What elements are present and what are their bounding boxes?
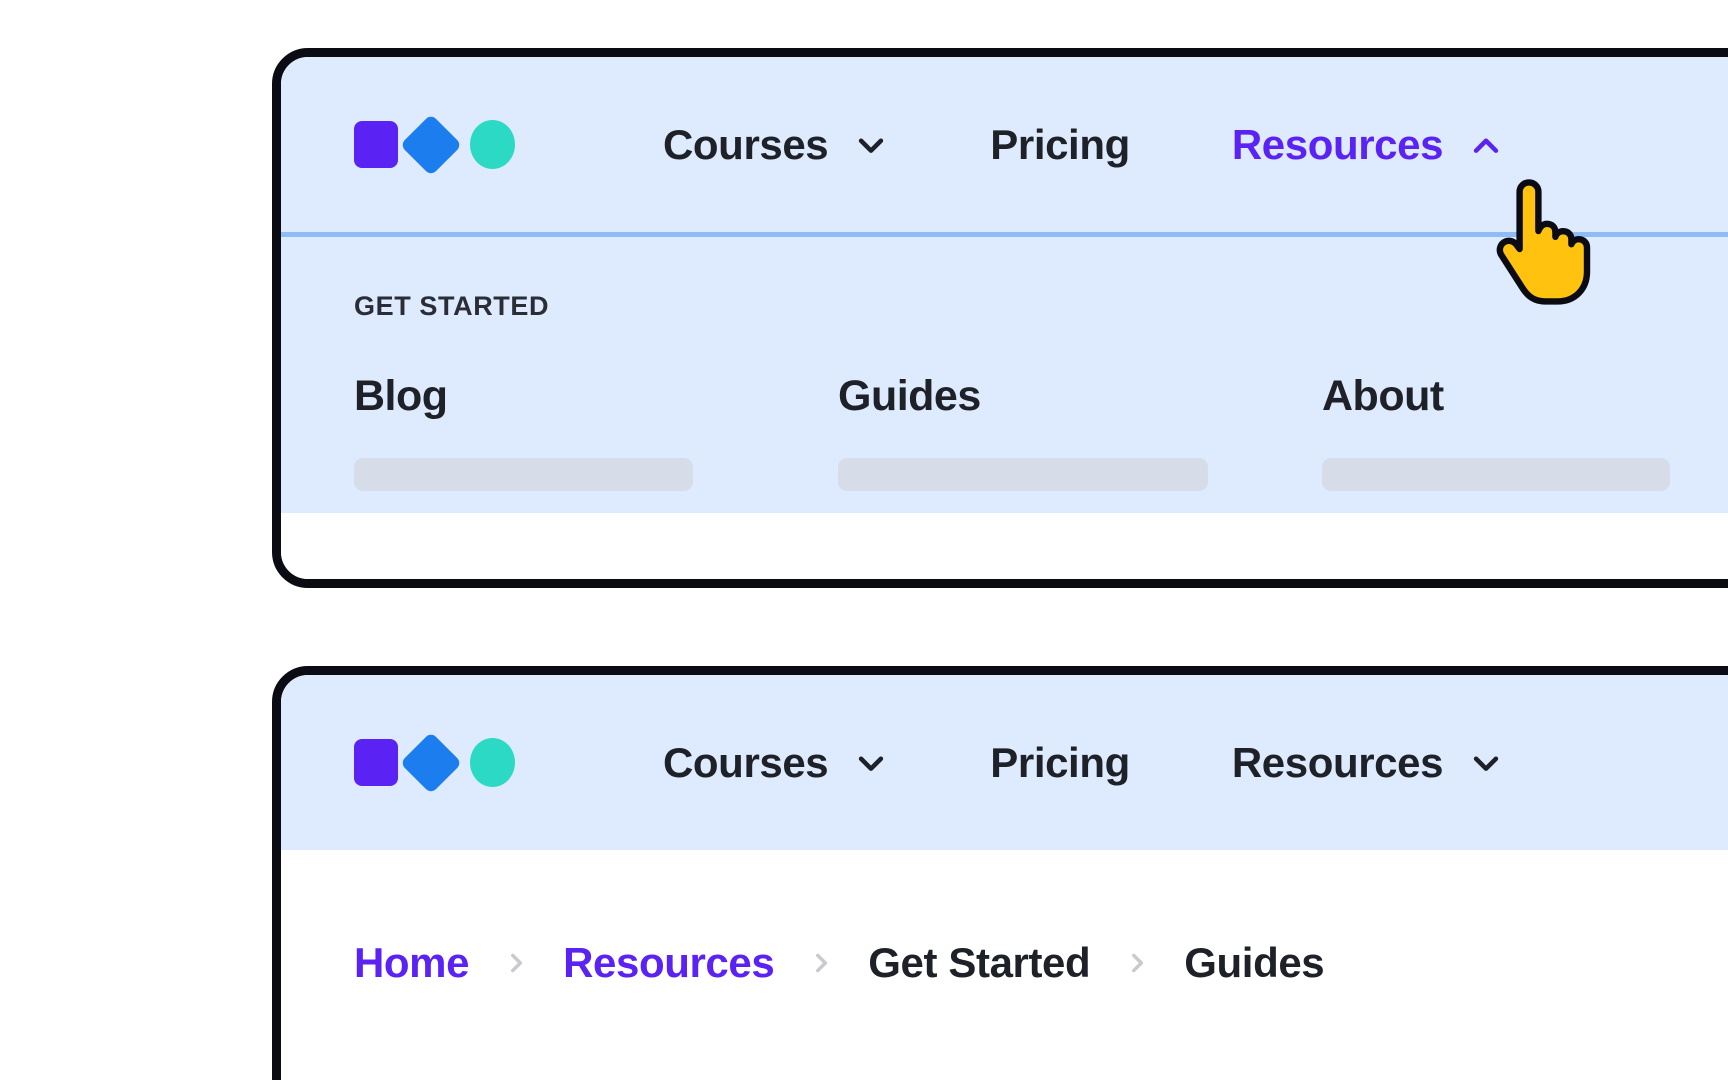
nav-label-courses: Courses <box>663 738 829 786</box>
nav-label-pricing: Pricing <box>990 738 1130 786</box>
nav-item-courses[interactable]: Courses <box>663 120 888 168</box>
breadcrumb: Home Resources Get Started Guides <box>281 850 1728 984</box>
skeleton-placeholder-bar <box>838 458 1208 491</box>
nav-label-resources: Resources <box>1231 738 1444 786</box>
dropdown-section-eyebrow: GET STARTED <box>354 291 550 321</box>
resources-dropdown-panel: GET STARTED Blog Guides About <box>281 237 1728 513</box>
navbar-closed: Courses Pricing Resources <box>281 675 1728 850</box>
breadcrumb-item-resources[interactable]: Resources <box>563 942 775 984</box>
logo-circle-icon <box>470 120 515 169</box>
logo-circle-icon <box>470 738 515 787</box>
nav-label-resources: Resources <box>1231 120 1444 168</box>
brand-logo[interactable] <box>354 113 515 176</box>
chevron-down-icon[interactable] <box>1469 746 1503 780</box>
chevron-up-icon[interactable] <box>1469 128 1503 162</box>
breadcrumb-item-get-started[interactable]: Get Started <box>868 942 1090 984</box>
navigation-card-closed: Courses Pricing Resources Home Resources… <box>272 666 1728 1080</box>
logo-diamond-icon <box>399 731 463 794</box>
screenshot-canvas: Courses Pricing Resources GET STARTED Bl… <box>0 0 1728 1080</box>
nav-links-open: Courses Pricing Resources <box>663 120 1503 168</box>
dropdown-columns: Blog Guides About <box>354 375 1728 491</box>
skeleton-placeholder-bar <box>354 458 693 491</box>
dropdown-item-blog[interactable]: Blog <box>354 375 838 491</box>
logo-square-icon <box>354 739 398 786</box>
navbar-open: Courses Pricing Resources <box>281 57 1728 237</box>
nav-item-pricing[interactable]: Pricing <box>990 738 1130 786</box>
card-body-blank <box>281 513 1728 579</box>
breadcrumb-item-guides: Guides <box>1184 939 1325 986</box>
nav-item-courses[interactable]: Courses <box>663 738 888 786</box>
nav-item-resources[interactable]: Resources <box>1231 738 1503 786</box>
dropdown-item-label: Blog <box>354 372 448 420</box>
dropdown-item-label: Guides <box>838 372 981 420</box>
chevron-right-icon <box>1120 942 1154 984</box>
navigation-card-open: Courses Pricing Resources GET STARTED Bl… <box>272 48 1728 588</box>
logo-square-icon <box>354 121 398 168</box>
nav-label-pricing: Pricing <box>990 120 1130 168</box>
dropdown-item-guides[interactable]: Guides <box>838 375 1322 491</box>
dropdown-item-label: About <box>1322 372 1444 420</box>
chevron-down-icon[interactable] <box>854 746 888 780</box>
breadcrumb-item-home[interactable]: Home <box>354 942 469 984</box>
dropdown-item-about[interactable]: About <box>1322 375 1728 491</box>
chevron-down-icon[interactable] <box>854 128 888 162</box>
skeleton-placeholder-bar <box>1322 458 1670 491</box>
nav-links-closed: Courses Pricing Resources <box>663 738 1503 786</box>
logo-diamond-icon <box>399 113 463 176</box>
nav-label-courses: Courses <box>663 120 829 168</box>
chevron-right-icon <box>499 942 533 984</box>
brand-logo[interactable] <box>354 731 515 794</box>
chevron-right-icon <box>804 942 838 984</box>
nav-item-resources[interactable]: Resources <box>1231 120 1503 168</box>
nav-item-pricing[interactable]: Pricing <box>990 120 1130 168</box>
